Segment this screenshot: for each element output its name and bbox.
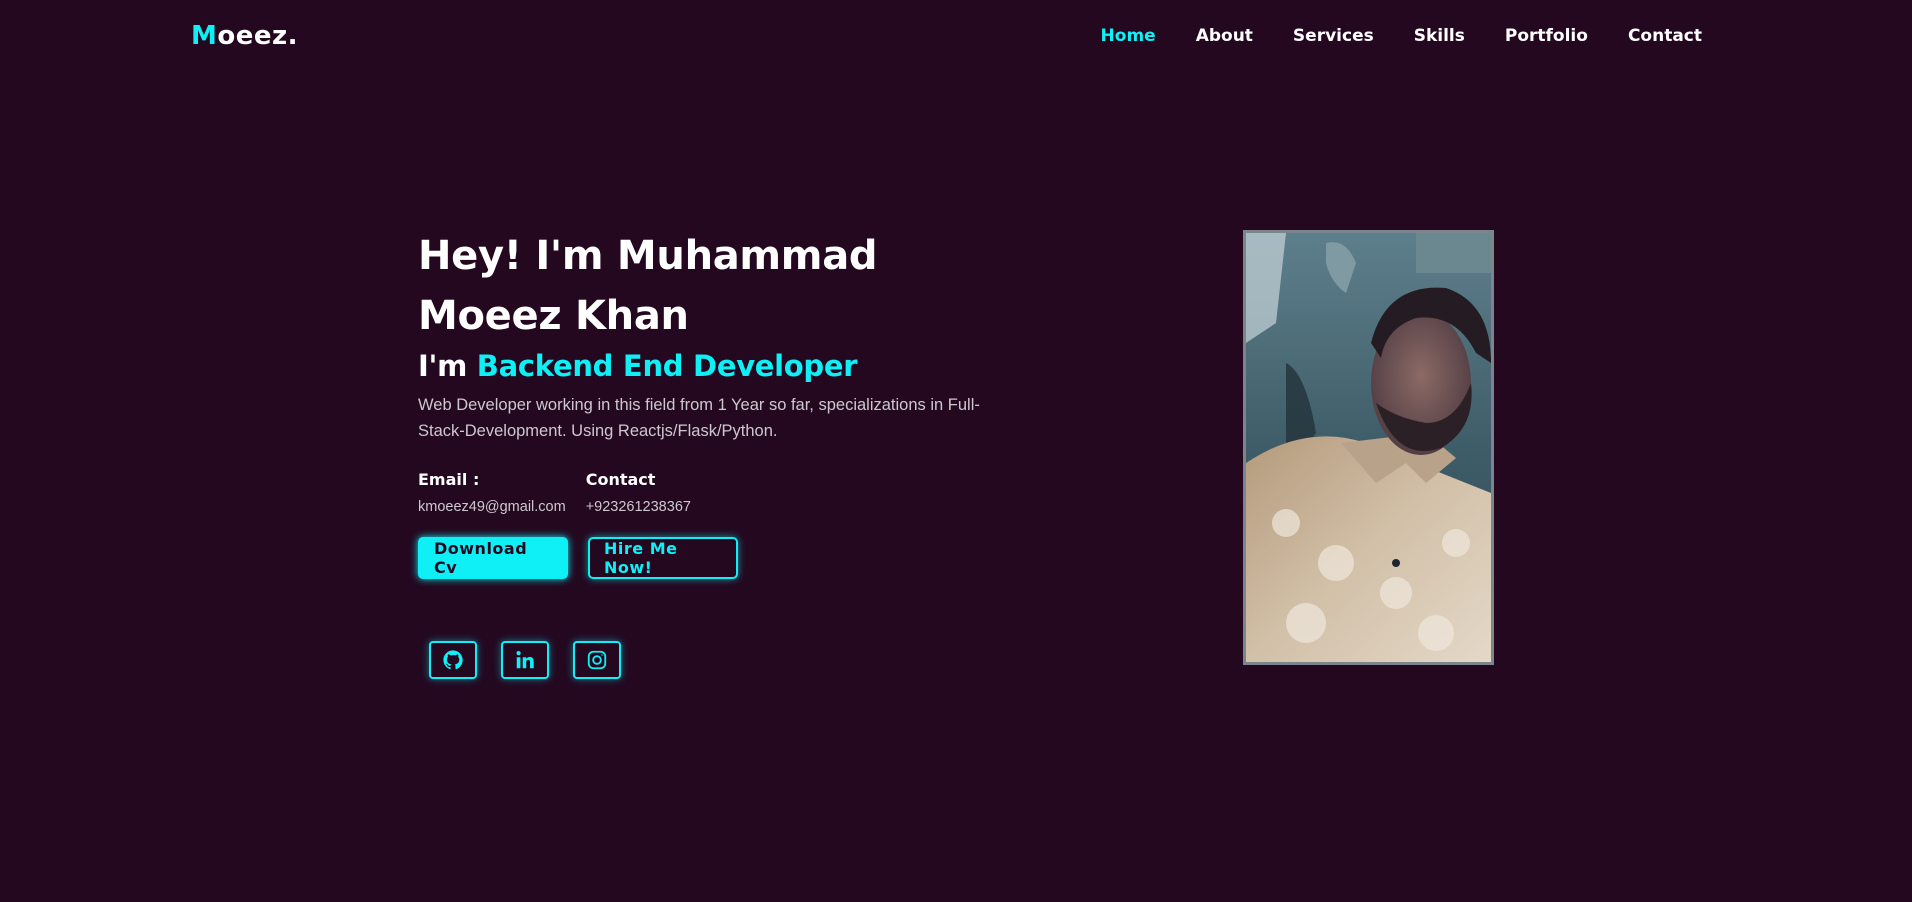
social-links: [429, 641, 1018, 679]
site-header: Moeez. Home About Services Skills Portfo…: [0, 0, 1912, 76]
nav-contact[interactable]: Contact: [1628, 26, 1702, 46]
nav-skills[interactable]: Skills: [1414, 26, 1465, 46]
main-nav: Home About Services Skills Portfolio Con…: [1101, 26, 1702, 46]
email-block: Email : kmoeez49@gmail.com: [418, 470, 566, 515]
contact-value: +923261238367: [585, 499, 691, 515]
contact-info: Email : kmoeez49@gmail.com Contact +9232…: [418, 470, 1018, 515]
logo-initial: M: [191, 21, 218, 51]
phone-block: Contact +923261238367: [586, 470, 691, 515]
nav-about[interactable]: About: [1196, 26, 1253, 46]
contact-label: Contact: [585, 470, 656, 489]
hero-buttons: Download Cv Hire Me Now!: [418, 537, 1018, 579]
hero-description: Web Developer working in this field from…: [418, 396, 980, 440]
github-icon: [443, 650, 463, 670]
nav-home[interactable]: Home: [1101, 26, 1156, 46]
linkedin-icon: [516, 651, 534, 669]
instagram-icon: [587, 650, 607, 670]
email-value: kmoeez49@gmail.com: [418, 499, 566, 515]
github-link[interactable]: [429, 641, 477, 679]
profile-photo: [1243, 230, 1494, 665]
hero-subtitle-prefix: I'm: [418, 349, 477, 383]
hero-subtitle: I'm Backend End Developer: [418, 346, 1018, 386]
nav-portfolio[interactable]: Portfolio: [1505, 26, 1588, 46]
nav-services[interactable]: Services: [1293, 26, 1374, 46]
hero-title: Hey! I'm Muhammad Moeez Khan: [418, 233, 878, 339]
hero-role: Backend End Developer: [476, 349, 858, 383]
download-cv-button[interactable]: Download Cv: [418, 537, 568, 579]
email-label: Email :: [418, 470, 480, 489]
logo[interactable]: Moeez.: [191, 21, 298, 51]
linkedin-link[interactable]: [501, 641, 549, 679]
logo-text: oeez.: [217, 21, 299, 51]
instagram-link[interactable]: [573, 641, 621, 679]
hero-section: Hey! I'm Muhammad Moeez Khan I'm Backend…: [418, 226, 1018, 679]
hire-me-button[interactable]: Hire Me Now!: [588, 537, 738, 579]
profile-photo-image: [1246, 233, 1491, 662]
